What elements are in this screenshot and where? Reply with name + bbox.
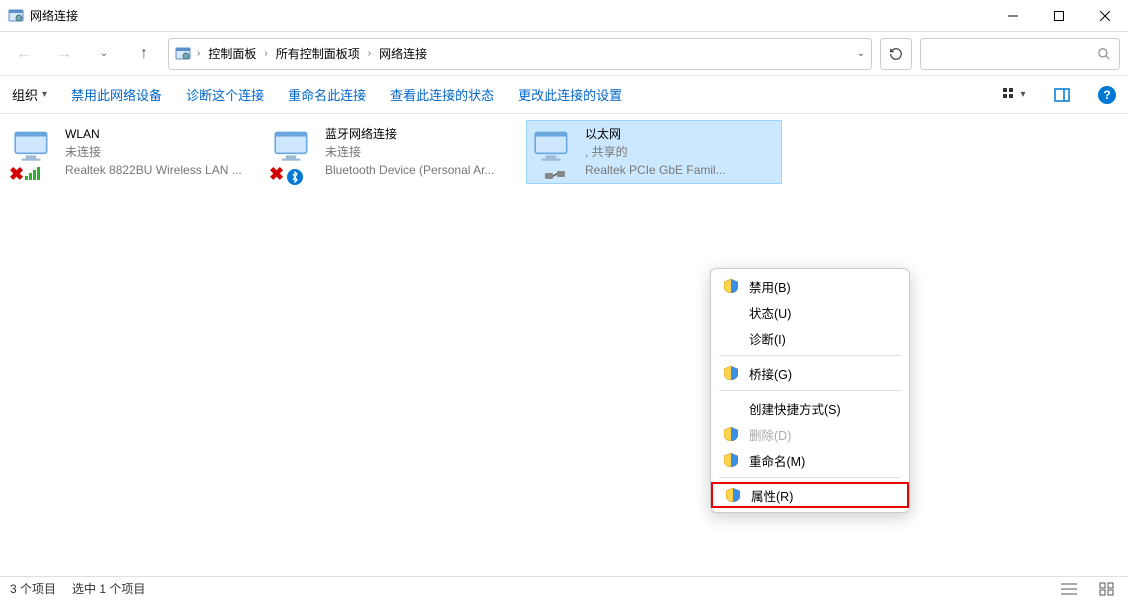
- close-button[interactable]: [1082, 0, 1128, 31]
- ctx-label: 删除(D): [749, 425, 791, 444]
- refresh-button[interactable]: [880, 38, 912, 70]
- chevron-right-icon: ›: [368, 48, 371, 59]
- ctx-bridge[interactable]: 桥接(G): [711, 360, 909, 386]
- crumb-control-panel[interactable]: 控制面板: [206, 45, 258, 62]
- details-view-button[interactable]: [1058, 580, 1080, 598]
- bluetooth-adapter-icon: ✖: [271, 125, 319, 179]
- content-area: ✖ WLAN 未连接 Realtek 8822BU Wireless LAN .…: [0, 114, 1128, 190]
- maximize-button[interactable]: [1036, 0, 1082, 31]
- disconnected-x-icon: ✖: [269, 164, 284, 185]
- minimize-button[interactable]: [990, 0, 1036, 31]
- cmd-change-settings[interactable]: 更改此连接的设置: [518, 85, 622, 104]
- cmd-diagnose[interactable]: 诊断这个连接: [186, 85, 264, 104]
- shield-icon: [725, 488, 741, 502]
- ctx-delete: 删除(D): [711, 421, 909, 447]
- shield-icon: [723, 366, 739, 380]
- crumb-network-connections[interactable]: 网络连接: [377, 45, 429, 62]
- forward-button[interactable]: →: [48, 38, 80, 70]
- up-button[interactable]: ↑: [128, 38, 160, 70]
- signal-bars-icon: [25, 166, 43, 183]
- adapter-name: 蓝牙网络连接: [325, 125, 517, 143]
- adapter-device: Realtek 8822BU Wireless LAN ...: [65, 161, 257, 179]
- adapter-status: , 共享的: [585, 143, 777, 161]
- large-icons-view-button[interactable]: [1096, 580, 1118, 598]
- cmd-view-status[interactable]: 查看此连接的状态: [390, 85, 494, 104]
- shield-icon: [723, 453, 739, 467]
- search-icon: [1097, 47, 1111, 61]
- ctx-disable[interactable]: 禁用(B): [711, 273, 909, 299]
- app-icon: [8, 8, 24, 24]
- chevron-right-icon: ›: [264, 48, 267, 59]
- wlan-icon: ✖: [11, 125, 59, 179]
- ctx-diagnose[interactable]: 诊断(I): [711, 325, 909, 351]
- adapter-device: Realtek PCIe GbE Famil...: [585, 161, 777, 179]
- window-title: 网络连接: [30, 7, 990, 24]
- title-bar: 网络连接: [0, 0, 1128, 32]
- adapter-wlan[interactable]: ✖ WLAN 未连接 Realtek 8822BU Wireless LAN .…: [6, 120, 262, 184]
- cmd-rename[interactable]: 重命名此连接: [288, 85, 366, 104]
- menu-separator: [719, 390, 901, 391]
- preview-pane-button[interactable]: [1050, 83, 1074, 107]
- ctx-create-shortcut[interactable]: 创建快捷方式(S): [711, 395, 909, 421]
- chevron-right-icon: ›: [197, 48, 200, 59]
- adapter-bluetooth[interactable]: ✖ 蓝牙网络连接 未连接 Bluetooth Device (Personal …: [266, 120, 522, 184]
- ctx-label: 属性(R): [751, 486, 793, 505]
- organize-menu[interactable]: 组织 ▾: [12, 85, 47, 104]
- ctx-status[interactable]: 状态(U): [711, 299, 909, 325]
- context-menu: 禁用(B) 状态(U) 诊断(I) 桥接(G) 创建快捷方式(S) 删除(D) …: [710, 268, 910, 513]
- menu-separator: [719, 477, 901, 478]
- ctx-label: 重命名(M): [749, 451, 805, 470]
- menu-separator: [719, 355, 901, 356]
- adapter-ethernet[interactable]: 以太网 , 共享的 Realtek PCIe GbE Famil...: [526, 120, 782, 184]
- adapter-name: 以太网: [585, 125, 777, 143]
- help-button[interactable]: ?: [1098, 86, 1116, 104]
- ctx-rename[interactable]: 重命名(M): [711, 447, 909, 473]
- window-controls: [990, 0, 1128, 31]
- selection-count: 选中 1 个项目: [72, 580, 145, 597]
- address-dropdown-icon[interactable]: ⌄: [857, 48, 865, 59]
- disconnected-x-icon: ✖: [9, 164, 24, 185]
- ctx-properties[interactable]: 属性(R): [711, 482, 909, 508]
- ctx-label: 桥接(G): [749, 364, 792, 383]
- bluetooth-icon: [287, 169, 303, 185]
- ethernet-adapter-icon: [531, 125, 579, 179]
- ctx-label: 禁用(B): [749, 277, 791, 296]
- ctx-label: 状态(U): [749, 303, 791, 322]
- shield-icon: [723, 279, 739, 293]
- ctx-label: 诊断(I): [749, 329, 786, 348]
- recent-dropdown[interactable]: ⌄: [88, 38, 120, 70]
- ethernet-cable-icon: [545, 168, 565, 185]
- navigation-bar: ← → ⌄ ↑ › 控制面板 › 所有控制面板项 › 网络连接 ⌄: [0, 32, 1128, 76]
- adapter-status: 未连接: [325, 143, 517, 161]
- item-count: 3 个项目: [10, 580, 56, 597]
- search-input[interactable]: [920, 38, 1120, 70]
- cmd-disable-device[interactable]: 禁用此网络设备: [71, 85, 162, 104]
- adapter-device: Bluetooth Device (Personal Ar...: [325, 161, 517, 179]
- adapter-name: WLAN: [65, 125, 257, 143]
- shield-icon: [723, 427, 739, 441]
- view-options-button[interactable]: ▾: [1002, 83, 1026, 107]
- breadcrumb-icon: [175, 46, 191, 62]
- adapter-status: 未连接: [65, 143, 257, 161]
- back-button[interactable]: ←: [8, 38, 40, 70]
- crumb-all-items[interactable]: 所有控制面板项: [274, 45, 362, 62]
- command-bar: 组织 ▾ 禁用此网络设备 诊断这个连接 重命名此连接 查看此连接的状态 更改此连…: [0, 76, 1128, 114]
- ctx-label: 创建快捷方式(S): [749, 399, 841, 418]
- status-bar: 3 个项目 选中 1 个项目: [0, 576, 1128, 600]
- breadcrumb[interactable]: › 控制面板 › 所有控制面板项 › 网络连接 ⌄: [168, 38, 872, 70]
- chevron-down-icon: ▾: [42, 89, 47, 100]
